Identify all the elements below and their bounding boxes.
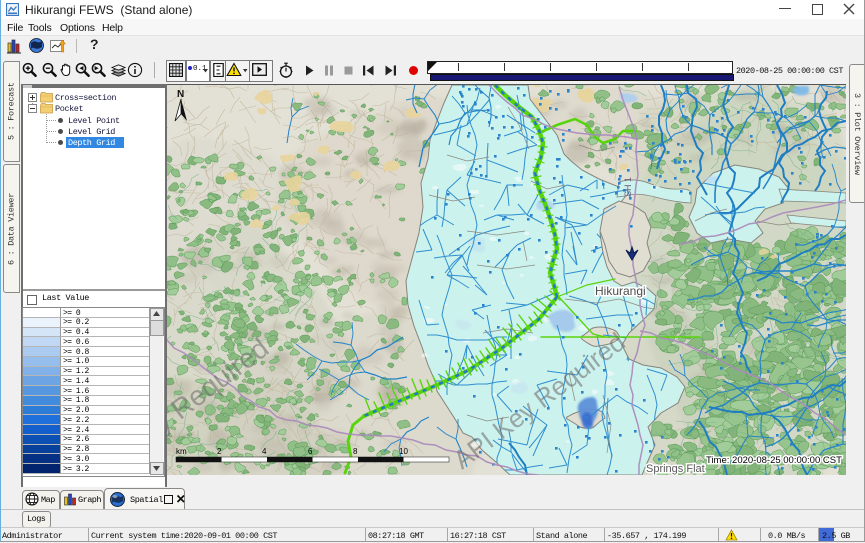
svg-text:N: N [177, 89, 184, 100]
svg-text:Hikurangi: Hikurangi [595, 284, 646, 298]
svg-text:10: 10 [399, 447, 408, 456]
svg-text:2: 2 [217, 447, 222, 456]
svg-text:Time: 2020-08-25 00:00:00 CST: Time: 2020-08-25 00:00:00 CST [706, 455, 842, 466]
svg-text:6: 6 [308, 447, 313, 456]
svg-text:Springs Flat: Springs Flat [646, 463, 705, 475]
svg-text:4: 4 [262, 447, 267, 456]
svg-text:SH 1: SH 1 [623, 177, 633, 197]
svg-text:km: km [176, 447, 187, 456]
svg-text:8: 8 [353, 447, 358, 456]
